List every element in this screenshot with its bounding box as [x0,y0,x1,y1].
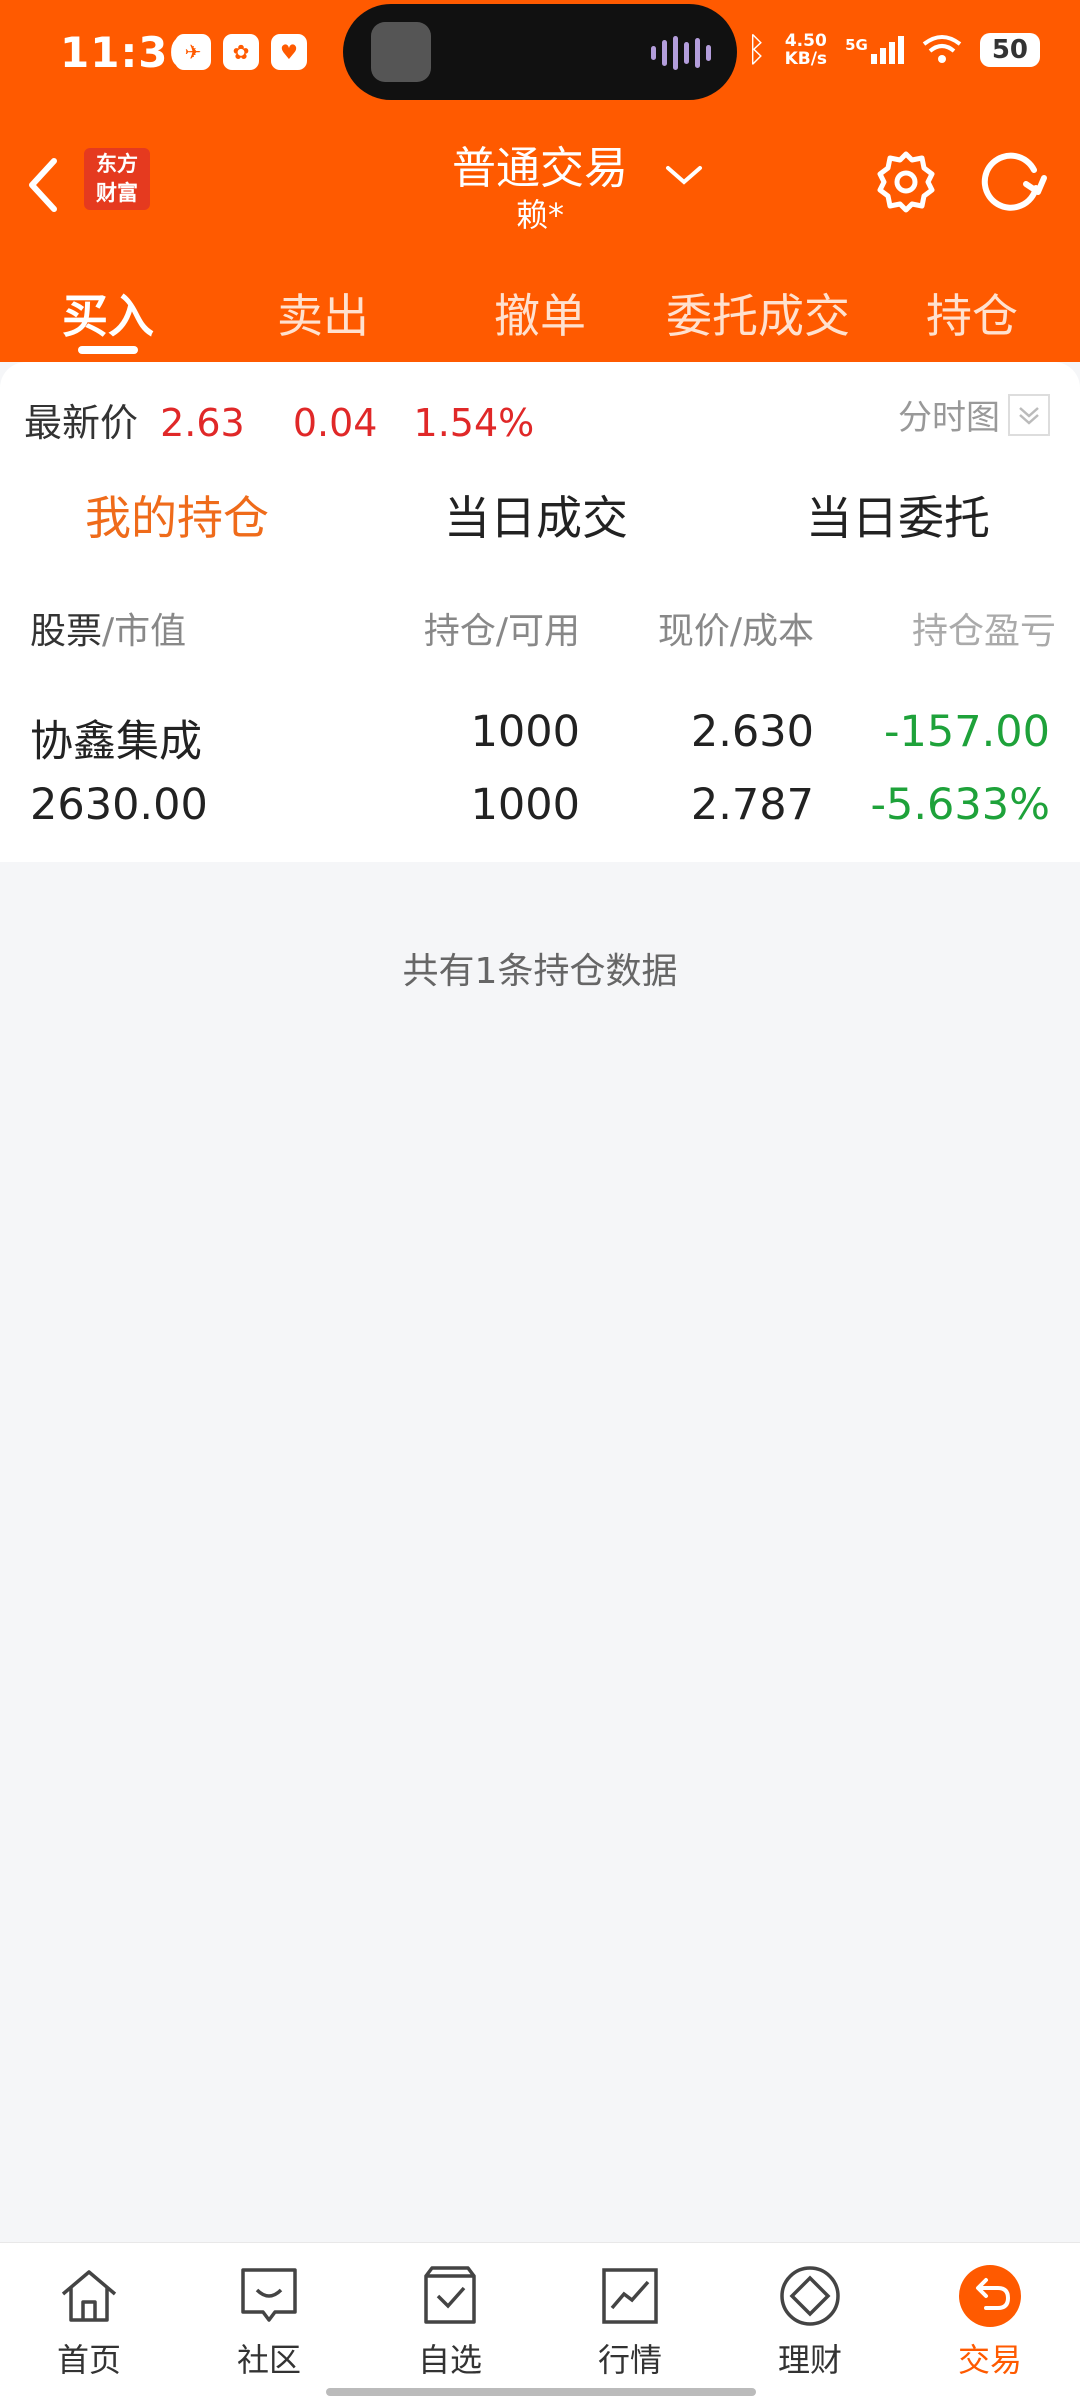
nav-trade-label: 交易 [957,2341,1022,2379]
nav-market[interactable]: 行情 [565,2261,695,2381]
subtab-today-deals[interactable]: 当日成交 [444,482,628,548]
subtab-my-positions[interactable]: 我的持仓 [85,482,269,548]
price-change: 0.04 [292,401,378,445]
tab-buy[interactable]: 买入 [48,280,168,346]
nav-home[interactable]: 首页 [24,2261,154,2381]
holding-qty: 1000 [470,707,580,757]
refresh-icon[interactable] [976,148,1048,216]
app-notification-icon: ✿ [223,34,259,70]
home-icon [61,2270,117,2322]
trade-icon [959,2265,1021,2327]
nav-watchlist-label: 自选 [417,2341,482,2379]
positions-panel: 最新价 2.63 0.04 1.54% 分时图 我的持仓 当日成交 当日委托 股… [0,362,1080,862]
timeshare-label: 分时图 [898,398,1000,438]
nav-trade[interactable]: 交易 [925,2261,1055,2381]
current-price: 2.630 [690,707,814,757]
nav-wealth[interactable]: 理财 [745,2261,875,2381]
available-qty: 1000 [470,780,580,830]
wifi-icon [922,35,962,63]
signal-icon: 5G [845,36,904,64]
audio-wave-icon [651,36,711,70]
header-price: 现价/成本 [657,611,814,652]
position-subtabs: 我的持仓 当日成交 当日委托 [0,482,1080,562]
nav-market-label: 行情 [597,2341,662,2379]
subtab-today-orders[interactable]: 当日委托 [806,482,990,548]
status-bar: 11:36 ✈ ✿ ♥ ᛒ 4.50 KB/s 5G 50 [0,0,1080,110]
home-indicator[interactable] [326,2388,756,2396]
header-pnl: 持仓盈亏 [911,611,1056,652]
header-market-value: /市值 [102,611,187,652]
chat-icon [241,2268,297,2322]
dynamic-island[interactable] [343,4,737,100]
tab-orders[interactable]: 委托成交 [658,280,858,346]
tab-cancel[interactable]: 撤单 [480,280,600,346]
nav-watchlist[interactable]: 自选 [385,2261,515,2381]
battery-indicator: 50 [979,33,1040,67]
chart-icon [602,2268,658,2324]
positions-count-note: 共有1条持仓数据 [402,951,678,992]
latest-price: 最新价 2.63 0.04 1.54% [24,392,534,447]
gear-icon[interactable] [872,148,940,216]
pnl-percent: -5.633% [870,780,1050,830]
tab-positions[interactable]: 持仓 [912,280,1032,346]
chevron-down-icon[interactable] [662,160,706,190]
active-tab-indicator [78,346,138,354]
timeshare-toggle[interactable]: 分时图 [898,390,1050,439]
trade-tabs: 买入 卖出 撤单 委托成交 持仓 [0,250,1080,362]
stock-name: 协鑫集成 [30,717,202,767]
network-speed: 4.50 KB/s [784,31,828,69]
header-holdings: 持仓/可用 [423,611,580,652]
bluetooth-icon: ᛒ [746,30,767,70]
nav-community-label: 社区 [236,2341,301,2379]
pnl-amount: -157.00 [884,707,1050,757]
expand-icon [1008,393,1050,436]
tab-sell[interactable]: 卖出 [263,280,383,346]
nav-home-label: 首页 [56,2341,121,2379]
nav-community[interactable]: 社区 [204,2261,334,2381]
nav-wealth-label: 理财 [777,2341,842,2379]
app-notification-icon: ♥ [271,34,307,70]
header-stock: 股票 [30,611,103,652]
bottom-nav: 首页 社区 自选 行情 理财 交易 [0,2242,1080,2401]
notification-icons: ✈ ✿ ♥ [175,34,307,70]
system-status: ᛒ 4.50 KB/s 5G 50 [746,30,1040,70]
price-change-pct: 1.54% [413,401,535,445]
app-header: 东方 财富 普通交易 赖* [0,110,1080,250]
market-value: 2630.00 [30,780,208,830]
watchlist-icon [424,2266,476,2324]
app-notification-icon: ✈ [175,34,211,70]
latest-price-label: 最新价 [24,401,139,445]
price-value: 2.63 [160,401,245,445]
cost-price: 2.787 [690,780,814,830]
media-thumbnail [371,22,431,82]
wealth-icon [780,2266,840,2326]
